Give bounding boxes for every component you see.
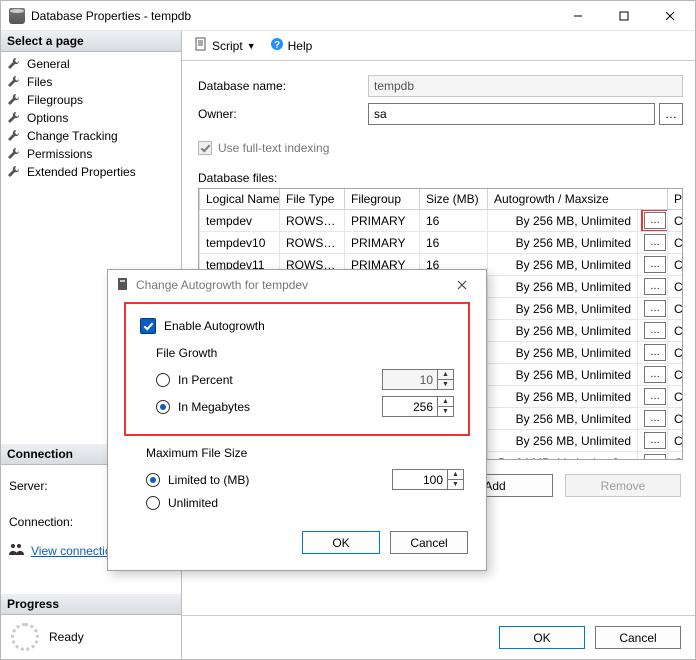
pages-header: Select a page bbox=[1, 31, 181, 52]
wrench-icon bbox=[7, 93, 21, 107]
autogrowth-edit-button[interactable]: … bbox=[644, 344, 666, 361]
megabytes-radio[interactable] bbox=[156, 400, 170, 414]
people-icon bbox=[9, 543, 25, 558]
wrench-icon bbox=[7, 111, 21, 125]
chevron-up-icon: ▲ bbox=[438, 370, 453, 380]
fulltext-label: Use full-text indexing bbox=[218, 141, 329, 155]
dialog-icon bbox=[116, 277, 130, 294]
percent-spinner: ▲▼ bbox=[382, 369, 454, 390]
autogrowth-edit-button[interactable]: … bbox=[644, 388, 666, 405]
svg-text:?: ? bbox=[274, 40, 280, 51]
owner-browse-button[interactable]: … bbox=[659, 103, 683, 125]
autogrowth-edit-button[interactable]: … bbox=[644, 322, 666, 339]
page-item-filegroups[interactable]: Filegroups bbox=[3, 91, 179, 109]
wrench-icon bbox=[7, 165, 21, 179]
dialog-close-button[interactable] bbox=[442, 270, 482, 300]
autogrowth-edit-button[interactable]: … bbox=[644, 212, 666, 229]
col-logical[interactable]: Logical Name bbox=[200, 189, 280, 210]
wrench-icon bbox=[7, 129, 21, 143]
script-button[interactable]: Script ▼ bbox=[190, 35, 260, 56]
limited-spinner[interactable]: ▲▼ bbox=[392, 469, 464, 490]
titlebar: Database Properties - tempdb bbox=[1, 1, 695, 31]
autogrowth-edit-button[interactable]: … bbox=[644, 300, 666, 317]
autogrowth-edit-button[interactable]: … bbox=[644, 432, 666, 449]
dbname-field bbox=[368, 75, 683, 97]
wrench-icon bbox=[7, 75, 21, 89]
progress-status: Ready bbox=[49, 630, 84, 644]
script-icon bbox=[194, 37, 208, 54]
close-button[interactable] bbox=[647, 1, 693, 30]
col-autogrowth[interactable]: Autogrowth / Maxsize bbox=[488, 189, 668, 210]
percent-radio[interactable] bbox=[156, 373, 170, 387]
page-item-options[interactable]: Options bbox=[3, 109, 179, 127]
files-label: Database files: bbox=[198, 171, 683, 185]
enable-autogrowth-label: Enable Autogrowth bbox=[164, 319, 265, 333]
maximize-button[interactable] bbox=[601, 1, 647, 30]
chevron-down-icon: ▼ bbox=[438, 407, 453, 416]
autogrowth-edit-button[interactable]: … bbox=[644, 234, 666, 251]
autogrowth-edit-button[interactable]: … bbox=[644, 410, 666, 427]
ok-button[interactable]: OK bbox=[499, 626, 585, 649]
chevron-down-icon: ▼ bbox=[438, 380, 453, 389]
unlimited-label: Unlimited bbox=[168, 496, 218, 510]
chevron-up-icon: ▲ bbox=[448, 470, 463, 480]
col-size[interactable]: Size (MB) bbox=[420, 189, 488, 210]
modal-cancel-button[interactable]: Cancel bbox=[390, 531, 468, 554]
minimize-button[interactable] bbox=[555, 1, 601, 30]
page-item-change-tracking[interactable]: Change Tracking bbox=[3, 127, 179, 145]
cancel-button[interactable]: Cancel bbox=[595, 626, 681, 649]
help-icon: ? bbox=[270, 37, 284, 54]
remove-button[interactable]: Remove bbox=[565, 474, 681, 497]
limited-radio[interactable] bbox=[146, 473, 160, 487]
script-label: Script bbox=[212, 39, 243, 53]
autogrowth-edit-button[interactable]: … bbox=[644, 278, 666, 295]
page-item-general[interactable]: General bbox=[3, 55, 179, 73]
enable-autogrowth-checkbox[interactable] bbox=[140, 318, 156, 334]
page-item-extended-properties[interactable]: Extended Properties bbox=[3, 163, 179, 181]
chevron-down-icon: ▼ bbox=[448, 480, 463, 489]
modal-ok-button[interactable]: OK bbox=[302, 531, 380, 554]
dbname-label: Database name: bbox=[198, 79, 368, 93]
table-row[interactable]: tempdevROWS…PRIMARY16By 256 MB, Unlimite… bbox=[200, 210, 684, 232]
col-filegroup[interactable]: Filegroup bbox=[345, 189, 420, 210]
window-title: Database Properties - tempdb bbox=[31, 9, 555, 23]
table-row[interactable]: tempdev10ROWS…PRIMARY16By 256 MB, Unlimi… bbox=[200, 232, 684, 254]
dialog-title: Change Autogrowth for tempdev bbox=[136, 278, 442, 292]
megabytes-spinner[interactable]: ▲▼ bbox=[382, 396, 454, 417]
help-label: Help bbox=[288, 39, 313, 53]
autogrowth-dialog: Change Autogrowth for tempdev Enable Aut… bbox=[107, 269, 487, 571]
toolbar: Script ▼ ? Help bbox=[182, 31, 695, 61]
owner-label: Owner: bbox=[198, 107, 368, 121]
view-connection-link[interactable]: View connection bbox=[31, 544, 118, 558]
col-path[interactable]: Path bbox=[668, 189, 684, 210]
highlighted-section: Enable Autogrowth File Growth In Percent… bbox=[124, 302, 470, 436]
wrench-icon bbox=[7, 147, 21, 161]
filegrowth-label: File Growth bbox=[156, 346, 454, 360]
page-item-files[interactable]: Files bbox=[3, 73, 179, 91]
megabytes-label: In Megabytes bbox=[178, 400, 250, 414]
dialog-footer: OK Cancel bbox=[182, 615, 695, 659]
maxsize-label: Maximum File Size bbox=[146, 446, 464, 460]
database-icon bbox=[9, 8, 25, 24]
progress-spinner-icon bbox=[11, 623, 39, 651]
autogrowth-edit-button[interactable]: … bbox=[644, 454, 666, 460]
autogrowth-edit-button[interactable]: … bbox=[644, 366, 666, 383]
database-properties-window: Database Properties - tempdb Select a pa… bbox=[0, 0, 696, 660]
wrench-icon bbox=[7, 57, 21, 71]
fulltext-checkbox bbox=[198, 141, 212, 155]
dropdown-icon: ▼ bbox=[247, 41, 256, 51]
page-item-permissions[interactable]: Permissions bbox=[3, 145, 179, 163]
percent-label: In Percent bbox=[178, 373, 233, 387]
autogrowth-edit-button[interactable]: … bbox=[644, 256, 666, 273]
pages-list: GeneralFilesFilegroupsOptionsChange Trac… bbox=[1, 52, 181, 184]
progress-header: Progress bbox=[1, 594, 181, 615]
col-filetype[interactable]: File Type bbox=[280, 189, 345, 210]
unlimited-radio[interactable] bbox=[146, 496, 160, 510]
chevron-up-icon: ▲ bbox=[438, 397, 453, 407]
help-button[interactable]: ? Help bbox=[266, 35, 317, 56]
limited-label: Limited to (MB) bbox=[168, 473, 249, 487]
owner-field[interactable] bbox=[368, 103, 655, 125]
